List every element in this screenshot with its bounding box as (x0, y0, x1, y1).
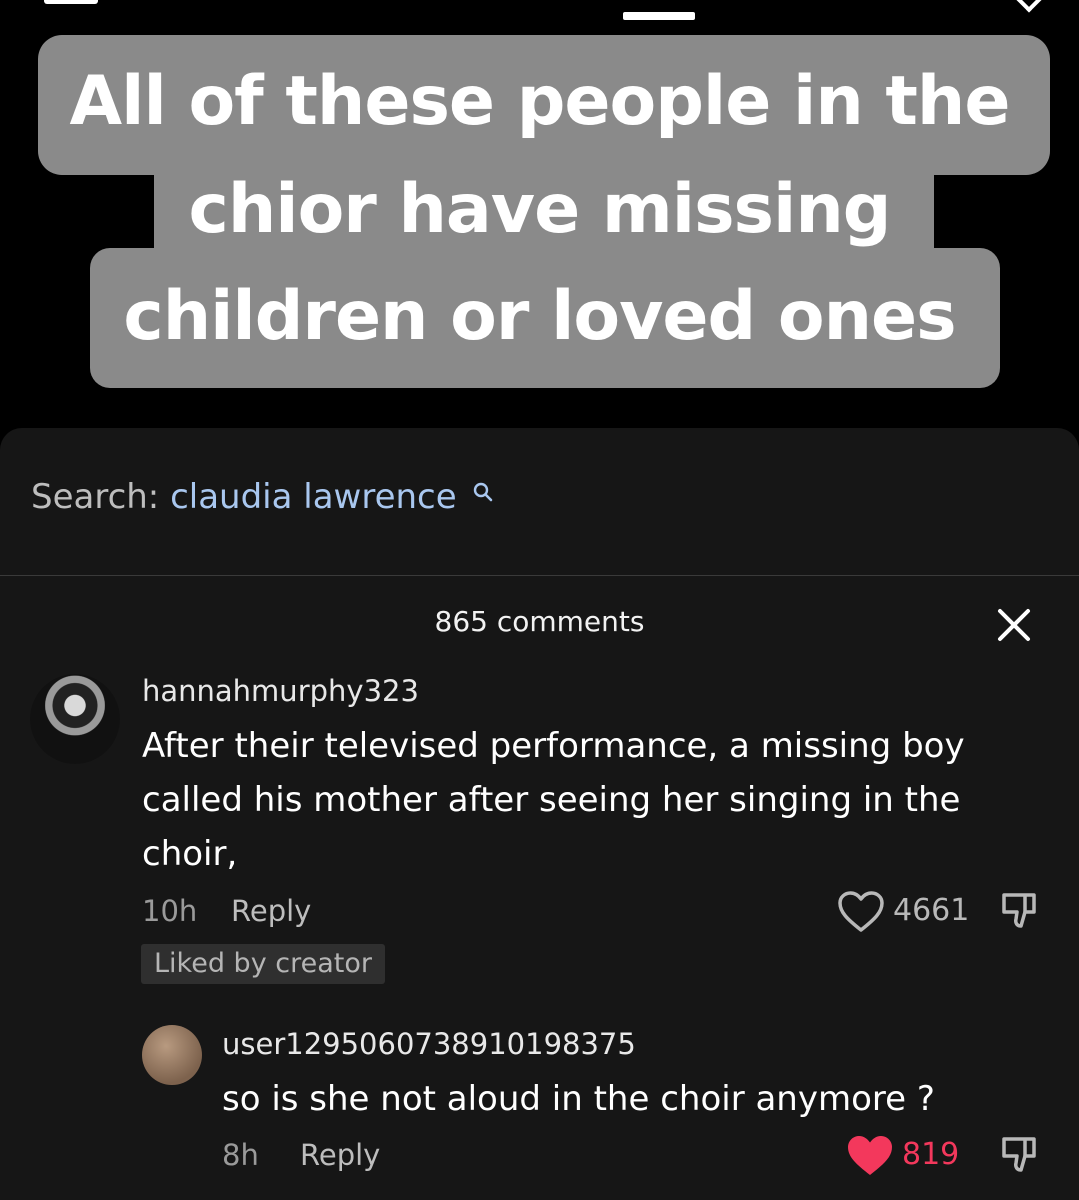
search-icon[interactable] (472, 481, 494, 503)
video-caption-line: All of these people in the (69, 62, 1011, 141)
heart-filled-icon[interactable] (846, 1134, 894, 1178)
heart-outline-icon[interactable] (837, 890, 885, 934)
search-term-link[interactable]: claudia lawrence (170, 477, 457, 517)
like-count: 4661 (893, 893, 970, 928)
comment-text-line: so is she not aloud in the choir anymore… (222, 1079, 935, 1119)
comment-timestamp: 8h (222, 1138, 259, 1172)
comment-count: 865 comments (434, 605, 645, 638)
video-player[interactable]: All of these people in the chior have mi… (0, 0, 1079, 440)
dislike-icon[interactable] (998, 1134, 1040, 1176)
comment-text: so is she not aloud in the choir anymore… (222, 1072, 935, 1126)
drag-handle[interactable] (623, 12, 695, 20)
dislike-icon[interactable] (998, 890, 1040, 932)
comment-username[interactable]: hannahmurphy323 (142, 674, 419, 708)
menu-icon[interactable] (44, 0, 98, 4)
avatar[interactable] (142, 1025, 202, 1085)
chevron-icon[interactable] (1013, 0, 1045, 13)
comment-text-line: After their televised performance, a mis… (142, 726, 965, 766)
video-caption-line: chior have missing (188, 170, 892, 249)
liked-by-creator-badge: Liked by creator (141, 944, 385, 984)
avatar[interactable] (30, 674, 120, 764)
close-icon[interactable] (995, 606, 1033, 644)
comment-text-line: called his mother after seeing her singi… (142, 780, 961, 820)
comment-text-line: choir, (142, 834, 238, 874)
search-prefix: Search: (31, 477, 160, 517)
reply-button[interactable]: Reply (300, 1138, 380, 1172)
comment-username[interactable]: user1295060738910198375 (222, 1027, 636, 1061)
search-suggestion[interactable]: Search: claudia lawrence (31, 477, 457, 517)
comment-text: After their televised performance, a mis… (142, 719, 965, 881)
video-caption-line: children or loved ones (123, 277, 956, 356)
comment-timestamp: 10h (142, 894, 198, 928)
reply-button[interactable]: Reply (231, 894, 311, 928)
divider (0, 575, 1079, 576)
like-count: 819 (902, 1137, 960, 1172)
